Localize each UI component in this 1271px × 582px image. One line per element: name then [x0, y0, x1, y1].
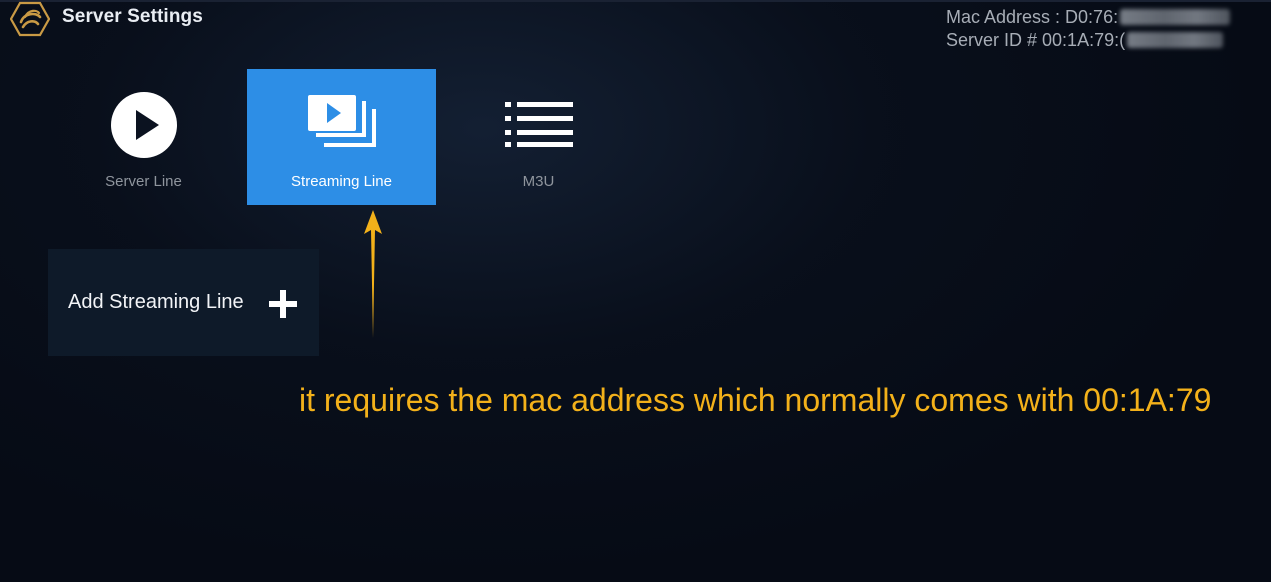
page-title: Server Settings — [62, 6, 203, 27]
server-id-label: Server ID # 00:1A:79:( — [946, 30, 1126, 50]
plus-icon — [269, 290, 297, 318]
mac-address-redacted — [1120, 9, 1231, 25]
mac-address-row: Mac Address : D0:76: — [946, 6, 1231, 29]
tab-server-line-label: Server Line — [105, 173, 182, 190]
annotation-text: it requires the mac address which normal… — [299, 382, 1212, 418]
playlist-play-icon — [307, 95, 376, 147]
server-id-row: Server ID # 00:1A:79:( — [946, 29, 1230, 52]
tab-streaming-line-label: Streaming Line — [291, 173, 392, 190]
logo-icon — [10, 1, 50, 37]
add-streaming-line-button[interactable]: Add Streaming Line — [48, 249, 319, 356]
tab-server-line[interactable]: Server Line — [49, 69, 238, 205]
list-icon — [504, 102, 573, 147]
annotation-arrow-icon — [364, 210, 382, 338]
top-border — [0, 0, 1271, 2]
tab-m3u[interactable]: M3U — [444, 69, 633, 205]
tab-streaming-line[interactable]: Streaming Line — [247, 69, 436, 205]
device-info: Mac Address : D0:76: Server ID # 00:1A:7… — [946, 6, 1231, 52]
server-id-redacted — [1127, 32, 1224, 48]
mac-address-label: Mac Address : D0:76: — [946, 7, 1119, 27]
add-streaming-line-label: Add Streaming Line — [68, 291, 244, 313]
tab-m3u-label: M3U — [522, 173, 555, 190]
play-circle-icon — [110, 92, 177, 158]
